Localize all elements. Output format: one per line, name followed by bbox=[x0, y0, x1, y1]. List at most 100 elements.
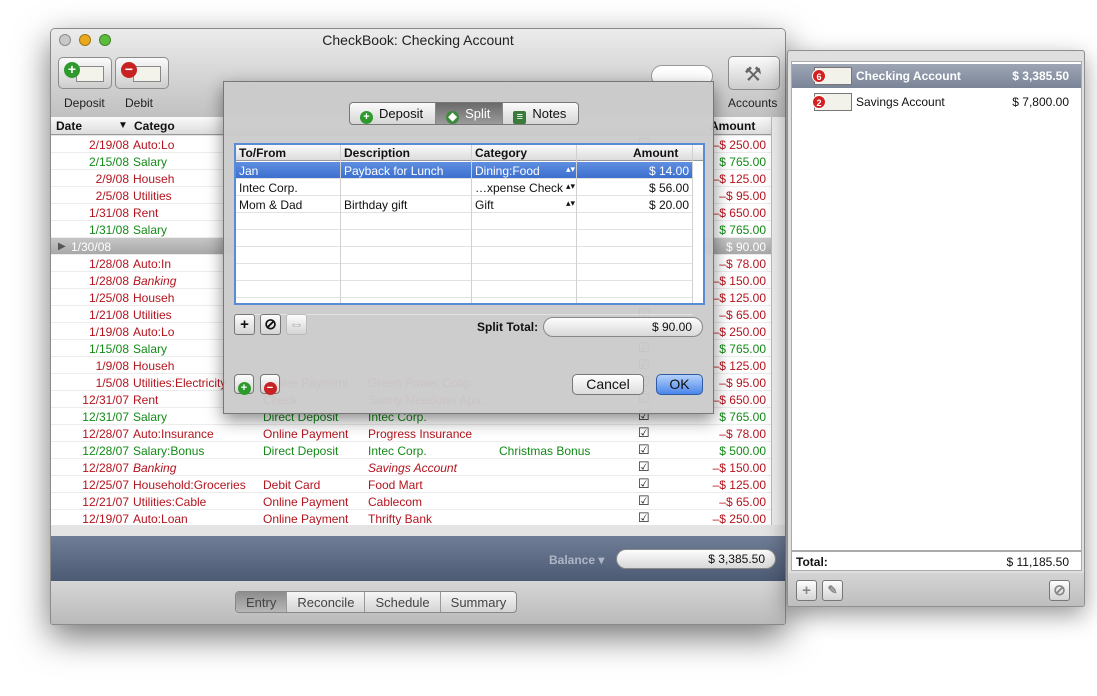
memo-cell: Christmas Bonus bbox=[499, 444, 591, 458]
date-cell: 1/21/08 bbox=[88, 308, 129, 322]
table-row[interactable]: 12/21/07 Utilities:Cable Online Payment Cab… bbox=[51, 493, 771, 510]
description-header: Description bbox=[344, 146, 411, 160]
category-column-header[interactable]: Catego bbox=[134, 119, 175, 133]
main-window: CheckBook: Checking Account + Deposit − … bbox=[50, 28, 786, 625]
deposit-mode-button[interactable]: + bbox=[234, 374, 254, 395]
cleared-checkbox[interactable]: ☑ bbox=[638, 442, 650, 458]
table-row[interactable]: 12/19/07 Auto:Loan Online Payment Thrifty B… bbox=[51, 510, 771, 525]
tab-summary[interactable]: Summary bbox=[441, 592, 517, 612]
account-checking-account[interactable]: 6 Checking Account $ 3,385.50 bbox=[792, 64, 1081, 88]
ok-button[interactable]: OK bbox=[656, 374, 703, 395]
payment-cell: Direct Deposit bbox=[263, 444, 339, 458]
tab-notes[interactable]: ≡ Notes bbox=[503, 103, 578, 124]
debit-button[interactable]: − bbox=[115, 57, 169, 89]
window-title: CheckBook: Checking Account bbox=[322, 32, 514, 48]
table-row[interactable]: 12/28/07 Banking Savings Account ☑ –$ 150.00 bbox=[51, 459, 771, 476]
unreconciled-badge: 2 bbox=[812, 95, 826, 109]
description-cell[interactable]: Payback for Lunch bbox=[344, 164, 443, 178]
date-cell: 12/31/07 bbox=[82, 410, 129, 424]
plus-circle-icon: + bbox=[237, 382, 251, 395]
amount-cell: $ 500.00 bbox=[719, 444, 766, 458]
payment-cell: Online Payment bbox=[263, 495, 349, 509]
cleared-checkbox[interactable]: ☑ bbox=[638, 493, 650, 509]
category-popup-icon[interactable]: ▴▾ bbox=[566, 181, 575, 192]
unreconciled-badge: 6 bbox=[812, 69, 826, 83]
category-cell: Salary:Bonus bbox=[133, 444, 205, 458]
accounts-drawer: 6 Checking Account $ 3,385.50 2 Savings Acco… bbox=[787, 50, 1085, 607]
add-account-button[interactable]: + bbox=[796, 580, 817, 601]
amount-cell[interactable]: $ 14.00 bbox=[581, 164, 689, 178]
date-cell: 12/31/07 bbox=[82, 393, 129, 407]
split-row[interactable] bbox=[236, 298, 693, 315]
split-row[interactable]: Intec Corp. …xpense Check ▴▾ $ 56.00 bbox=[236, 179, 693, 196]
payment-cell: Online Payment bbox=[263, 512, 349, 525]
swap-icon: ⇔ bbox=[289, 316, 304, 333]
account-savings-account[interactable]: 2 Savings Account $ 7,800.00 bbox=[792, 90, 1081, 114]
to-from-cell[interactable]: Mom & Dad bbox=[239, 198, 302, 212]
amount-column-header[interactable]: Amount bbox=[710, 119, 755, 133]
category-cell: Utilities:Cable bbox=[133, 495, 207, 509]
split-row[interactable] bbox=[236, 213, 693, 230]
split-row[interactable] bbox=[236, 264, 693, 281]
category-cell[interactable]: Dining:Food bbox=[475, 164, 540, 178]
tab-entry[interactable]: Entry bbox=[236, 592, 288, 612]
disclosure-triangle-icon[interactable]: ▶ bbox=[58, 241, 66, 252]
payee-cell: Thrifty Bank bbox=[368, 512, 433, 525]
amount-cell[interactable]: $ 56.00 bbox=[581, 181, 689, 195]
tools-icon: ⚒ bbox=[744, 64, 762, 86]
tab-label: Notes bbox=[532, 106, 567, 121]
total-value: $ 11,185.50 bbox=[1006, 555, 1069, 569]
cleared-checkbox[interactable]: ☑ bbox=[638, 459, 650, 475]
edit-account-button[interactable]: ✎ bbox=[822, 580, 843, 601]
date-cell: 12/21/07 bbox=[82, 495, 129, 509]
tab-schedule[interactable]: Schedule bbox=[365, 592, 441, 612]
category-cell[interactable]: …xpense Check bbox=[475, 181, 563, 195]
cleared-checkbox[interactable]: ☑ bbox=[638, 425, 650, 441]
accounts-button[interactable]: ⚒ bbox=[728, 56, 780, 90]
tab-reconcile[interactable]: Reconcile bbox=[287, 592, 366, 612]
tab-deposit[interactable]: + Deposit bbox=[350, 103, 437, 124]
table-row[interactable]: 12/28/07 Auto:Insurance Online Payment Prog… bbox=[51, 425, 771, 442]
drawer-bottom-bar: + ✎ ⊘ bbox=[788, 573, 1084, 606]
tab-label: Split bbox=[465, 106, 491, 121]
split-row[interactable] bbox=[236, 247, 693, 264]
description-cell[interactable]: Birthday gift bbox=[344, 198, 407, 212]
category-popup-icon[interactable]: ▴▾ bbox=[566, 164, 575, 175]
category-cell[interactable]: Gift bbox=[475, 198, 494, 212]
delete-account-button[interactable]: ⊘ bbox=[1049, 580, 1070, 601]
tab-split[interactable]: ◆ Split bbox=[436, 103, 504, 124]
account-balance: $ 7,800.00 bbox=[1012, 95, 1069, 109]
table-row[interactable]: 12/25/07 Household:Groceries Debit Card Foo… bbox=[51, 476, 771, 493]
cleared-checkbox[interactable]: ☑ bbox=[638, 510, 650, 525]
to-from-cell[interactable]: Intec Corp. bbox=[239, 181, 298, 195]
split-row[interactable]: Mom & Dad Birthday gift Gift ▴▾ $ 20.00 bbox=[236, 196, 693, 213]
date-cell: 1/31/08 bbox=[88, 206, 129, 220]
split-row[interactable] bbox=[236, 281, 693, 298]
balance-bar: Balance ▾ $ 3,385.50 bbox=[51, 536, 785, 581]
sort-indicator-icon: ▼ bbox=[118, 120, 128, 131]
date-column-header[interactable]: Date bbox=[56, 119, 82, 133]
amount-cell[interactable]: $ 20.00 bbox=[581, 198, 689, 212]
date-cell: 12/25/07 bbox=[82, 478, 129, 492]
cancel-button[interactable]: Cancel bbox=[572, 374, 644, 395]
category-popup-icon[interactable]: ▴▾ bbox=[566, 198, 575, 209]
split-row[interactable]: Jan Payback for Lunch Dining:Food ▴▾ $ 14.00 bbox=[236, 162, 693, 179]
split-row[interactable] bbox=[236, 230, 693, 247]
amount-cell: –$ 65.00 bbox=[719, 495, 766, 509]
tab-label: Deposit bbox=[379, 106, 424, 121]
add-split-button[interactable]: + bbox=[234, 314, 255, 335]
table-row[interactable]: 12/28/07 Salary:Bonus Direct Deposit Intec … bbox=[51, 442, 771, 459]
to-from-cell[interactable]: Jan bbox=[239, 164, 258, 178]
delete-split-button[interactable]: ⊘ bbox=[260, 314, 281, 335]
debit-mode-button[interactable]: − bbox=[260, 374, 280, 395]
register-scrollbar[interactable] bbox=[771, 117, 785, 525]
cleared-checkbox[interactable]: ☑ bbox=[638, 476, 650, 492]
accounts-list: 6 Checking Account $ 3,385.50 2 Savings Acco… bbox=[791, 61, 1082, 551]
check-icon bbox=[76, 66, 104, 82]
date-cell: 2/5/08 bbox=[95, 189, 129, 203]
swap-split-button[interactable]: ⇔ bbox=[286, 314, 307, 335]
date-cell: 2/15/08 bbox=[88, 155, 129, 169]
balance-label[interactable]: Balance ▾ bbox=[549, 553, 604, 567]
category-cell: Household:Groceries bbox=[133, 478, 246, 492]
deposit-button[interactable]: + bbox=[58, 57, 112, 89]
